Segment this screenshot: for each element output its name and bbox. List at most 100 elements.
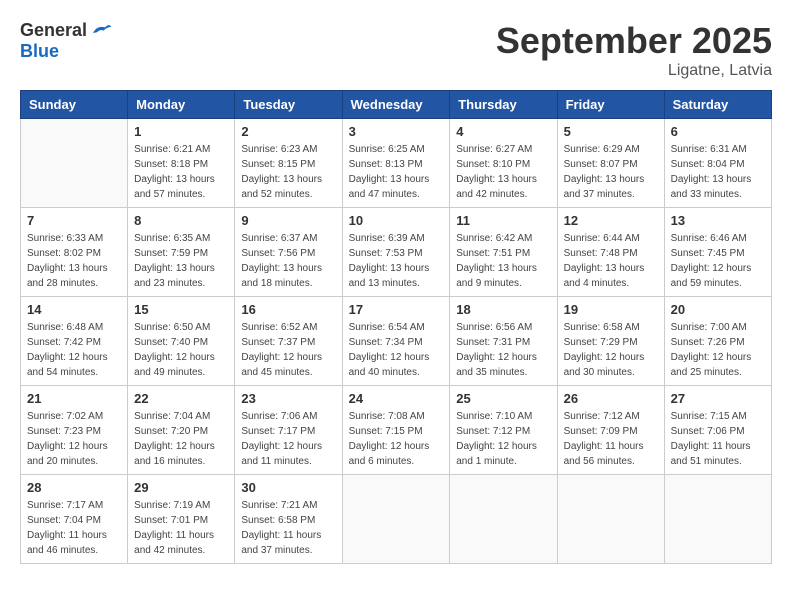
day-info: Sunrise: 6:25 AM Sunset: 8:13 PM Dayligh… — [349, 142, 444, 202]
calendar-cell: 2 Sunrise: 6:23 AM Sunset: 8:15 PM Daylig… — [235, 119, 342, 208]
day-number: 3 — [349, 124, 444, 139]
day-info: Sunrise: 7:19 AM Sunset: 7:01 PM Dayligh… — [134, 498, 228, 558]
day-number: 14 — [27, 302, 121, 317]
day-number: 26 — [564, 391, 658, 406]
day-number: 17 — [349, 302, 444, 317]
calendar-week-2: 7 Sunrise: 6:33 AM Sunset: 8:02 PM Daylig… — [21, 208, 772, 297]
day-number: 21 — [27, 391, 121, 406]
day-number: 11 — [456, 213, 550, 228]
calendar-cell: 29 Sunrise: 7:19 AM Sunset: 7:01 PM Dayli… — [128, 475, 235, 564]
day-info: Sunrise: 6:50 AM Sunset: 7:40 PM Dayligh… — [134, 320, 228, 380]
day-number: 24 — [349, 391, 444, 406]
calendar-cell: 10 Sunrise: 6:39 AM Sunset: 7:53 PM Dayli… — [342, 208, 450, 297]
day-info: Sunrise: 6:23 AM Sunset: 8:15 PM Dayligh… — [241, 142, 335, 202]
day-number: 25 — [456, 391, 550, 406]
calendar-week-4: 21Sunrise: 7:02 AM Sunset: 7:23 PM Dayli… — [21, 386, 772, 475]
day-info: Sunrise: 7:21 AM Sunset: 6:58 PM Dayligh… — [241, 498, 335, 558]
calendar-week-1: 1 Sunrise: 6:21 AM Sunset: 8:18 PM Daylig… — [21, 119, 772, 208]
day-number: 12 — [564, 213, 658, 228]
day-number: 1 — [134, 124, 228, 139]
day-number: 8 — [134, 213, 228, 228]
calendar-table: SundayMondayTuesdayWednesdayThursdayFrid… — [20, 90, 772, 564]
day-info: Sunrise: 6:56 AM Sunset: 7:31 PM Dayligh… — [456, 320, 550, 380]
day-info: Sunrise: 7:04 AM Sunset: 7:20 PM Dayligh… — [134, 409, 228, 469]
calendar-cell: 1 Sunrise: 6:21 AM Sunset: 8:18 PM Daylig… — [128, 119, 235, 208]
title-section: September 2025 Ligatne, Latvia — [496, 20, 772, 80]
calendar-cell: 4Sunrise: 6:27 AM Sunset: 8:10 PM Daylig… — [450, 119, 557, 208]
day-number: 5 — [564, 124, 658, 139]
day-info: Sunrise: 7:10 AM Sunset: 7:12 PM Dayligh… — [456, 409, 550, 469]
day-info: Sunrise: 7:12 AM Sunset: 7:09 PM Dayligh… — [564, 409, 658, 469]
day-info: Sunrise: 6:44 AM Sunset: 7:48 PM Dayligh… — [564, 231, 658, 291]
day-info: Sunrise: 6:21 AM Sunset: 8:18 PM Dayligh… — [134, 142, 228, 202]
day-number: 16 — [241, 302, 335, 317]
day-info: Sunrise: 7:08 AM Sunset: 7:15 PM Dayligh… — [349, 409, 444, 469]
day-number: 10 — [349, 213, 444, 228]
column-header-sunday: Sunday — [21, 91, 128, 119]
day-number: 30 — [241, 480, 335, 495]
calendar-cell: 25 Sunrise: 7:10 AM Sunset: 7:12 PM Dayli… — [450, 386, 557, 475]
day-info: Sunrise: 7:06 AM Sunset: 7:17 PM Dayligh… — [241, 409, 335, 469]
column-header-saturday: Saturday — [664, 91, 771, 119]
calendar-cell: 5 Sunrise: 6:29 AM Sunset: 8:07 PM Daylig… — [557, 119, 664, 208]
day-number: 29 — [134, 480, 228, 495]
day-number: 23 — [241, 391, 335, 406]
calendar-cell: 24 Sunrise: 7:08 AM Sunset: 7:15 PM Dayli… — [342, 386, 450, 475]
column-header-tuesday: Tuesday — [235, 91, 342, 119]
day-info: Sunrise: 6:31 AM Sunset: 8:04 PM Dayligh… — [671, 142, 765, 202]
day-info: Sunrise: 6:37 AM Sunset: 7:56 PM Dayligh… — [241, 231, 335, 291]
calendar-cell: 8 Sunrise: 6:35 AM Sunset: 7:59 PM Daylig… — [128, 208, 235, 297]
calendar-cell: 27 Sunrise: 7:15 AM Sunset: 7:06 PM Dayli… — [664, 386, 771, 475]
calendar-cell: 17 Sunrise: 6:54 AM Sunset: 7:34 PM Dayli… — [342, 297, 450, 386]
calendar-cell: 7 Sunrise: 6:33 AM Sunset: 8:02 PM Daylig… — [21, 208, 128, 297]
column-header-monday: Monday — [128, 91, 235, 119]
logo-general-text: General — [20, 20, 87, 41]
logo-bird-icon — [89, 21, 113, 41]
calendar-cell: 21Sunrise: 7:02 AM Sunset: 7:23 PM Dayli… — [21, 386, 128, 475]
calendar-week-3: 14 Sunrise: 6:48 AM Sunset: 7:42 PM Dayli… — [21, 297, 772, 386]
day-info: Sunrise: 6:46 AM Sunset: 7:45 PM Dayligh… — [671, 231, 765, 291]
day-number: 20 — [671, 302, 765, 317]
calendar-cell: 19Sunrise: 6:58 AM Sunset: 7:29 PM Dayli… — [557, 297, 664, 386]
calendar-cell: 9 Sunrise: 6:37 AM Sunset: 7:56 PM Daylig… — [235, 208, 342, 297]
day-info: Sunrise: 6:39 AM Sunset: 7:53 PM Dayligh… — [349, 231, 444, 291]
calendar-cell: 26 Sunrise: 7:12 AM Sunset: 7:09 PM Dayli… — [557, 386, 664, 475]
day-info: Sunrise: 7:00 AM Sunset: 7:26 PM Dayligh… — [671, 320, 765, 380]
calendar-cell: 15Sunrise: 6:50 AM Sunset: 7:40 PM Dayli… — [128, 297, 235, 386]
day-info: Sunrise: 6:54 AM Sunset: 7:34 PM Dayligh… — [349, 320, 444, 380]
column-header-wednesday: Wednesday — [342, 91, 450, 119]
column-header-thursday: Thursday — [450, 91, 557, 119]
calendar-cell — [342, 475, 450, 564]
calendar-cell — [664, 475, 771, 564]
day-info: Sunrise: 6:27 AM Sunset: 8:10 PM Dayligh… — [456, 142, 550, 202]
logo-blue-text: Blue — [20, 41, 59, 62]
day-number: 27 — [671, 391, 765, 406]
column-header-friday: Friday — [557, 91, 664, 119]
calendar-cell — [450, 475, 557, 564]
day-info: Sunrise: 7:17 AM Sunset: 7:04 PM Dayligh… — [27, 498, 121, 558]
calendar-cell: 13 Sunrise: 6:46 AM Sunset: 7:45 PM Dayli… — [664, 208, 771, 297]
day-number: 7 — [27, 213, 121, 228]
day-info: Sunrise: 6:42 AM Sunset: 7:51 PM Dayligh… — [456, 231, 550, 291]
day-number: 18 — [456, 302, 550, 317]
day-number: 2 — [241, 124, 335, 139]
calendar-header-row: SundayMondayTuesdayWednesdayThursdayFrid… — [21, 91, 772, 119]
calendar-cell: 18 Sunrise: 6:56 AM Sunset: 7:31 PM Dayli… — [450, 297, 557, 386]
calendar-cell: 22 Sunrise: 7:04 AM Sunset: 7:20 PM Dayli… — [128, 386, 235, 475]
day-info: Sunrise: 6:58 AM Sunset: 7:29 PM Dayligh… — [564, 320, 658, 380]
month-title: September 2025 — [496, 20, 772, 62]
day-info: Sunrise: 6:35 AM Sunset: 7:59 PM Dayligh… — [134, 231, 228, 291]
calendar-cell: 12 Sunrise: 6:44 AM Sunset: 7:48 PM Dayli… — [557, 208, 664, 297]
day-info: Sunrise: 6:29 AM Sunset: 8:07 PM Dayligh… — [564, 142, 658, 202]
day-number: 22 — [134, 391, 228, 406]
day-number: 9 — [241, 213, 335, 228]
calendar-cell: 23 Sunrise: 7:06 AM Sunset: 7:17 PM Dayli… — [235, 386, 342, 475]
calendar-cell: 14 Sunrise: 6:48 AM Sunset: 7:42 PM Dayli… — [21, 297, 128, 386]
calendar-cell: 16Sunrise: 6:52 AM Sunset: 7:37 PM Dayli… — [235, 297, 342, 386]
day-info: Sunrise: 7:15 AM Sunset: 7:06 PM Dayligh… — [671, 409, 765, 469]
day-info: Sunrise: 6:48 AM Sunset: 7:42 PM Dayligh… — [27, 320, 121, 380]
day-number: 13 — [671, 213, 765, 228]
calendar-cell: 11 Sunrise: 6:42 AM Sunset: 7:51 PM Dayli… — [450, 208, 557, 297]
calendar-cell: 20 Sunrise: 7:00 AM Sunset: 7:26 PM Dayli… — [664, 297, 771, 386]
day-info: Sunrise: 6:33 AM Sunset: 8:02 PM Dayligh… — [27, 231, 121, 291]
